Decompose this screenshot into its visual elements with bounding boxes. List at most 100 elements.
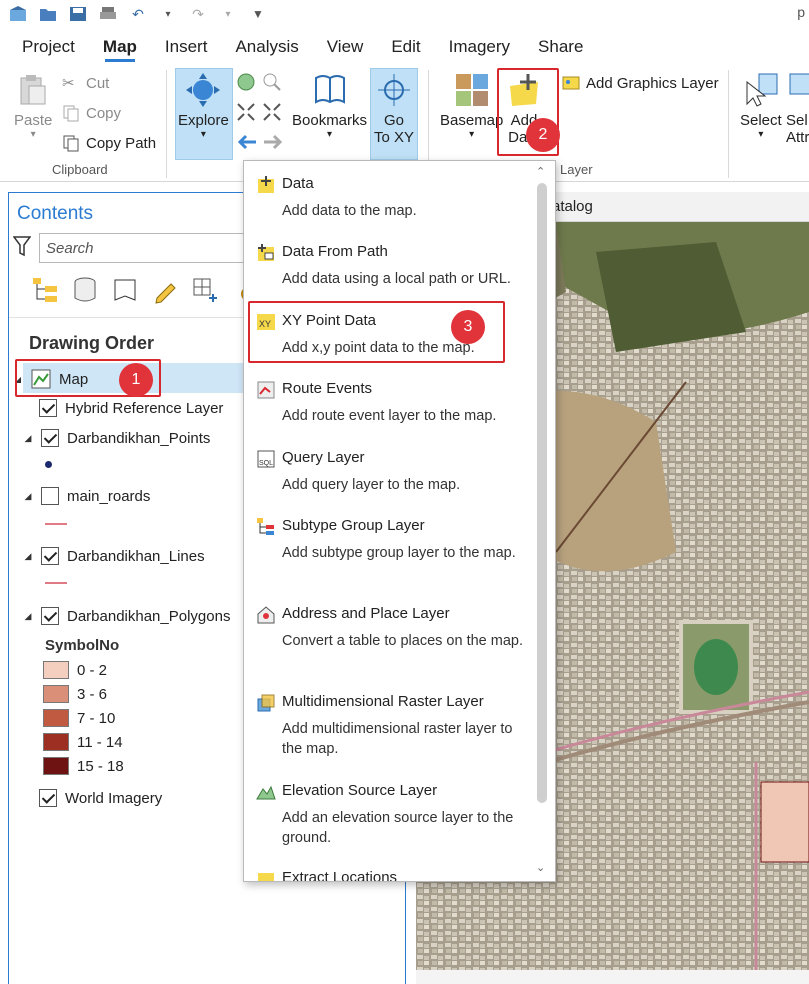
menu-item-query-layer[interactable]: SQL Query Layer Add query layer to the m… xyxy=(244,449,536,511)
open-project-icon[interactable] xyxy=(38,5,58,23)
collapse-icon[interactable]: ◢ xyxy=(23,433,33,443)
drawing-order-heading: Drawing Order xyxy=(29,333,155,353)
menu-item-data[interactable]: Data Add data to the map. xyxy=(244,175,536,237)
tab-analysis[interactable]: Analysis xyxy=(221,30,312,64)
paste-dropdown-icon: ▾ xyxy=(30,129,36,140)
menu-item-extract-locations[interactable]: Extract Locations xyxy=(244,869,536,881)
menu-item-data-from-path[interactable]: Data From Path Add data using a local pa… xyxy=(244,243,536,305)
collapse-icon[interactable]: ◢ xyxy=(23,491,33,501)
tab-map[interactable]: Map xyxy=(89,30,151,64)
list-by-drawing-order-icon[interactable] xyxy=(31,275,59,305)
legend-swatch xyxy=(43,733,69,751)
legend-label: 7 - 10 xyxy=(77,709,116,727)
legend-swatch xyxy=(43,661,69,679)
legend-class: 7 - 10 xyxy=(43,709,115,727)
layer-darbandikhan-points[interactable]: ◢ Darbandikhan_Points xyxy=(23,429,210,447)
layer-world-imagery[interactable]: World Imagery xyxy=(39,789,162,807)
layer-darbandikhan-polygons[interactable]: ◢ Darbandikhan_Polygons xyxy=(23,607,230,625)
layer-visibility-checkbox[interactable] xyxy=(41,607,59,625)
legend-class: 0 - 2 xyxy=(43,661,107,679)
basemap-icon xyxy=(455,74,488,106)
scissors-icon: ✂ xyxy=(62,75,75,92)
layer-darbandikhan-lines[interactable]: ◢ Darbandikhan_Lines xyxy=(23,547,205,565)
list-by-snapping-icon[interactable] xyxy=(191,275,219,305)
tab-edit[interactable]: Edit xyxy=(377,30,434,64)
select-by-attributes-button[interactable]: Sel Attr xyxy=(786,72,809,146)
bookmarks-button[interactable]: Bookmarks ▾ xyxy=(292,72,367,140)
home-icon[interactable] xyxy=(8,5,28,23)
legend-swatch xyxy=(43,685,69,703)
layer-visibility-checkbox[interactable] xyxy=(41,547,59,565)
redo-dropdown-icon[interactable]: ▾ xyxy=(218,5,238,23)
menu-item-address-place-layer[interactable]: Address and Place Layer Convert a table … xyxy=(244,605,536,685)
tab-project[interactable]: Project xyxy=(0,30,89,64)
go-to-xy-content[interactable]: Go To XY xyxy=(374,72,414,146)
legend-label: 11 - 14 xyxy=(77,733,123,751)
save-icon[interactable] xyxy=(68,5,88,23)
explore-dropdown-icon: ▾ xyxy=(200,129,206,140)
query-layer-icon: SQL xyxy=(257,450,275,468)
scroll-thumb[interactable] xyxy=(537,183,547,803)
copy-path-button[interactable]: Copy Path xyxy=(62,134,156,152)
crosshair-icon xyxy=(378,74,411,106)
paste-icon xyxy=(20,75,46,105)
menu-item-route-events[interactable]: Route Events Add route event layer to th… xyxy=(244,380,536,442)
data-from-path-icon xyxy=(258,244,274,261)
list-by-data-source-icon[interactable] xyxy=(71,275,99,305)
layer-hybrid-reference[interactable]: Hybrid Reference Layer xyxy=(39,399,223,417)
next-extent-icon[interactable] xyxy=(262,132,284,152)
tab-share[interactable]: Share xyxy=(524,30,597,64)
tab-view[interactable]: View xyxy=(313,30,378,64)
collapse-icon[interactable]: ◢ xyxy=(23,551,33,561)
line-symbol xyxy=(45,523,67,525)
tab-insert[interactable]: Insert xyxy=(151,30,222,64)
explore-button-content[interactable]: Explore ▾ xyxy=(178,72,229,140)
previous-extent-icon[interactable] xyxy=(236,132,258,152)
layer-visibility-checkbox[interactable] xyxy=(41,487,59,505)
tab-imagery[interactable]: Imagery xyxy=(435,30,524,64)
menu-item-multidimensional-raster[interactable]: Multidimensional Raster Layer Add multid… xyxy=(244,693,536,773)
basemap-button[interactable]: Basemap ▾ xyxy=(440,72,503,140)
layer-group-label: Layer xyxy=(560,162,593,177)
basemap-label: Basemap xyxy=(440,112,504,129)
layer-visibility-checkbox[interactable] xyxy=(39,399,57,417)
scroll-up-icon[interactable]: ⌃ xyxy=(536,165,545,178)
redo-icon[interactable]: ↷ xyxy=(188,5,208,23)
fixed-zoom-icon[interactable] xyxy=(262,72,282,92)
layer-main-roards[interactable]: ◢ main_roards xyxy=(23,487,150,505)
search-input[interactable]: Search xyxy=(39,233,269,263)
menu-item-title: Data From Path xyxy=(282,243,388,260)
menu-item-subtype-group-layer[interactable]: Subtype Group Layer Add subtype group la… xyxy=(244,517,536,597)
layer-visibility-checkbox[interactable] xyxy=(41,429,59,447)
scroll-down-icon[interactable]: ⌄ xyxy=(536,861,545,874)
select-dropdown-icon: ▾ xyxy=(758,129,764,140)
layer-visibility-checkbox[interactable] xyxy=(39,789,57,807)
subtype-group-layer-icon xyxy=(257,518,274,535)
explore-label: Explore xyxy=(178,112,229,129)
catalog-tab[interactable]: atalog xyxy=(552,198,593,215)
fixed-zoom-out-icon[interactable] xyxy=(262,102,282,122)
full-extent-icon[interactable] xyxy=(236,72,256,92)
paste-button[interactable]: Paste ▾ xyxy=(14,72,52,140)
list-by-selection-icon[interactable] xyxy=(111,275,139,305)
select-button[interactable]: Select ▾ xyxy=(740,72,782,140)
copy-button[interactable]: Copy xyxy=(62,104,121,122)
fixed-zoom-in-icon[interactable] xyxy=(236,102,256,122)
undo-dropdown-icon[interactable]: ▾ xyxy=(158,5,178,23)
menu-item-description: Add multidimensional raster layer to the… xyxy=(282,721,513,757)
cut-button[interactable]: ✂ Cut xyxy=(62,74,109,93)
add-graphics-layer-button[interactable]: Add Graphics Layer xyxy=(562,74,719,92)
copy-label: Copy xyxy=(86,104,122,122)
callout-badge-1: 1 xyxy=(119,363,153,397)
menu-item-elevation-source-layer[interactable]: Elevation Source Layer Add an elevation … xyxy=(244,782,536,862)
print-icon[interactable] xyxy=(98,5,118,23)
undo-icon[interactable]: ↶ xyxy=(128,5,148,23)
list-by-editing-icon[interactable] xyxy=(151,275,179,305)
legend-class: 15 - 18 xyxy=(43,757,124,775)
filter-icon[interactable] xyxy=(13,235,31,257)
legend-label: 15 - 18 xyxy=(77,757,124,775)
legend-swatch xyxy=(43,757,69,775)
layer-name: Darbandikhan_Polygons xyxy=(67,607,231,625)
customize-toolbar-icon[interactable]: ▼ xyxy=(248,5,268,23)
collapse-icon[interactable]: ◢ xyxy=(23,611,33,621)
